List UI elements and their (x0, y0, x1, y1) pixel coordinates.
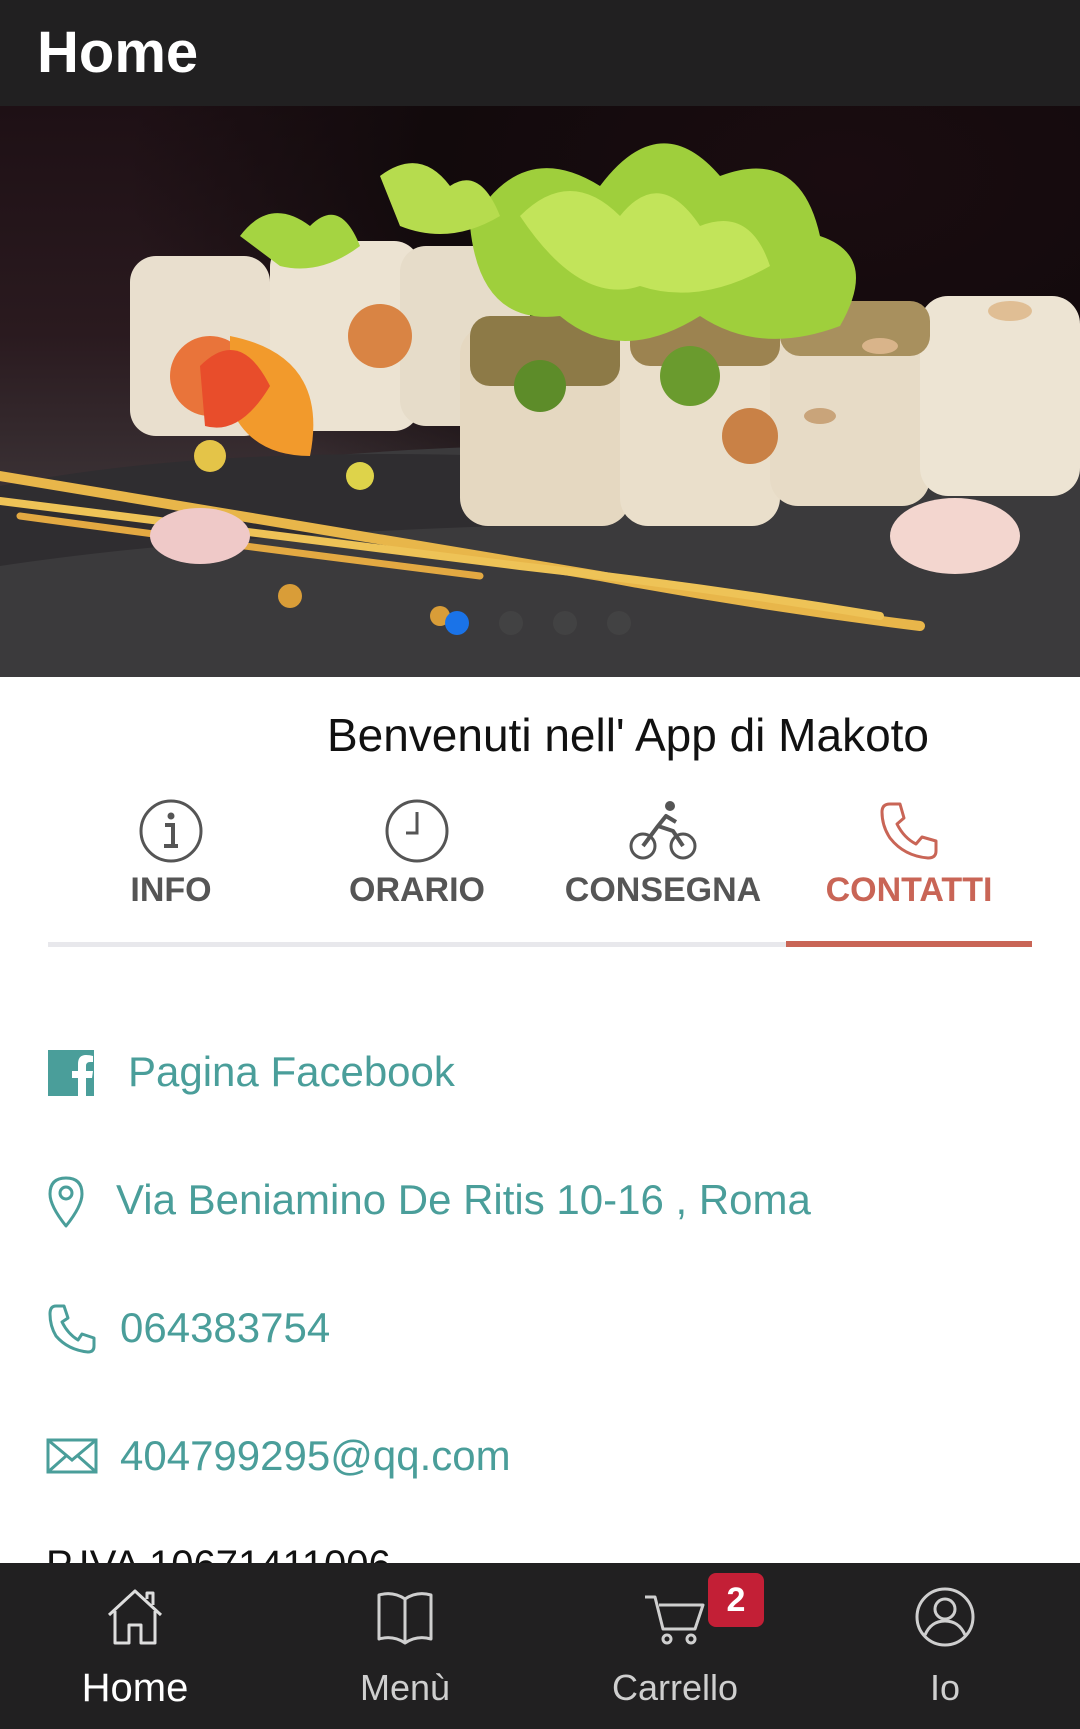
phone-icon (880, 802, 938, 860)
nav-label: Home (81, 1666, 189, 1710)
top-app-bar: Home (0, 0, 1080, 106)
phone-icon (48, 1304, 96, 1354)
info-tabs: INFO ORARIO CONSEGNA CONTATTI (48, 790, 1032, 948)
email-row[interactable]: 404799295@qq.com (46, 1416, 1046, 1496)
nav-cart[interactable]: Carrello (540, 1563, 810, 1729)
tab-label: ORARIO (349, 871, 485, 909)
mail-icon (46, 1438, 98, 1474)
active-tab-indicator (786, 941, 1032, 947)
bicycle-icon (629, 801, 697, 860)
tab-label: CONTATTI (825, 871, 993, 909)
welcome-text: Benvenuti nell' App di Makoto (326, 709, 930, 761)
nav-menu[interactable]: Menù (270, 1563, 540, 1729)
tab-contatti[interactable]: CONTATTI (786, 790, 1032, 948)
carousel-dot[interactable] (499, 611, 523, 635)
info-icon (139, 799, 203, 863)
phone-row[interactable]: 064383754 (46, 1288, 1046, 1368)
cart-icon (645, 1595, 705, 1645)
nav-label: Io (929, 1667, 961, 1708)
nav-label: Carrello (611, 1667, 739, 1708)
bottom-navigation: Home Menù Carrello Io (0, 1563, 1080, 1729)
tab-orario[interactable]: ORARIO (294, 790, 540, 948)
facebook-link-text[interactable]: Pagina Facebook (128, 1046, 455, 1098)
nav-label: Menù (359, 1667, 451, 1708)
page-title: Home (37, 20, 199, 85)
tab-label: CONSEGNA (564, 871, 762, 909)
nav-home[interactable]: Home (0, 1563, 270, 1729)
location-pin-icon (48, 1176, 84, 1228)
carousel-dot[interactable] (607, 611, 631, 635)
clock-icon (385, 799, 449, 863)
tab-consegna[interactable]: CONSEGNA (540, 790, 786, 948)
facebook-icon (48, 1050, 94, 1096)
facebook-link[interactable]: Pagina Facebook (46, 1032, 1046, 1112)
tab-label: INFO (130, 871, 212, 909)
carousel-indicators[interactable] (445, 611, 631, 635)
home-icon (107, 1589, 163, 1645)
carousel-dot[interactable] (445, 611, 469, 635)
carousel-dot[interactable] (553, 611, 577, 635)
email-text[interactable]: 404799295@qq.com (120, 1430, 511, 1482)
address-row[interactable]: Via Beniamino De Ritis 10-16 , Roma (46, 1160, 1046, 1240)
nav-profile[interactable]: Io (810, 1563, 1080, 1729)
tab-info[interactable]: INFO (48, 790, 294, 948)
hero-carousel[interactable] (0, 106, 1080, 677)
sushi-photo (0, 143, 1080, 677)
phone-text[interactable]: 064383754 (120, 1302, 330, 1354)
user-icon (915, 1587, 975, 1647)
book-icon (377, 1592, 433, 1645)
cart-count-badge: 2 (708, 1573, 764, 1627)
address-text[interactable]: Via Beniamino De Ritis 10-16 , Roma (116, 1174, 811, 1226)
